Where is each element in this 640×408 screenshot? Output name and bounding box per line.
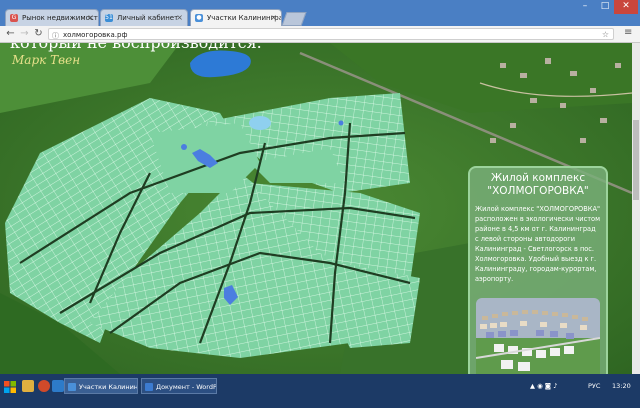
menu-icon[interactable]: ≡ [624, 27, 632, 38]
address-bar[interactable]: ⓘ холмогоровка.рф ☆ [48, 28, 614, 40]
task-chrome[interactable]: Участки Калинингр... [64, 378, 138, 394]
windows-taskbar: Участки Калинингр... Документ - WordPad … [0, 374, 640, 408]
close-icon[interactable]: × [176, 13, 183, 22]
quote-author: Марк Твен [12, 53, 81, 67]
close-button[interactable]: ✕ [614, 0, 638, 14]
browser-tab-strip: G Рынок недвижимости ∙ × 51 Личный кабин… [0, 0, 640, 26]
wordpad-icon [145, 383, 153, 391]
info-description: Жилой комплекс "ХОЛМОГОРОВКА" расположен… [475, 205, 601, 283]
complex-render-image[interactable] [476, 298, 600, 374]
url-text: холмогоровка.рф [63, 31, 128, 39]
vertical-scrollbar[interactable] [632, 43, 640, 374]
clock[interactable]: 13:20 [612, 382, 631, 390]
info-title-line2: "ХОЛМОГОРОВКА" [487, 185, 589, 197]
info-panel: Жилой комплекс "ХОЛМОГОРОВКА" Жилой комп… [468, 166, 608, 374]
site-icon: ● [195, 14, 203, 22]
explorer-icon[interactable] [22, 380, 34, 392]
scrollbar-thumb[interactable] [633, 120, 639, 200]
new-tab-button[interactable] [281, 12, 307, 26]
site-icon: 51 [105, 14, 113, 22]
app-icon[interactable] [52, 380, 64, 392]
task-label: Участки Калинингр... [79, 383, 138, 391]
back-icon[interactable]: ← [4, 27, 17, 40]
task-label: Документ - WordPad [156, 383, 217, 391]
windows-logo-icon [4, 381, 16, 393]
tab-plots-kaliningrad[interactable]: ● Участки Калининград∙ × [190, 9, 282, 26]
tab-personal-cabinet[interactable]: 51 Личный кабинет × [100, 9, 188, 26]
minimize-button[interactable]: – [576, 0, 594, 14]
language-indicator[interactable]: РУС [588, 382, 600, 390]
forward-icon[interactable]: → [18, 27, 31, 40]
close-icon[interactable]: × [87, 13, 94, 22]
browser-toolbar: ← → ↻ ⓘ холмогоровка.рф ☆ ≡ [0, 26, 640, 43]
bookmark-star-icon[interactable]: ☆ [602, 29, 609, 41]
page-content: который не воспроизводится. Марк Твен Жи… [0, 43, 632, 374]
media-icon[interactable] [38, 380, 50, 392]
maximize-button[interactable]: □ [596, 0, 614, 14]
quote-text: который не воспроизводится. [10, 43, 262, 52]
reload-icon[interactable]: ↻ [32, 27, 45, 40]
tray-icons[interactable]: ▲ ◉ ◙ ♪ [530, 382, 557, 390]
page-info-icon[interactable]: ⓘ [52, 30, 59, 42]
tab-real-estate[interactable]: G Рынок недвижимости ∙ × [5, 9, 99, 26]
complex-render-graphic [476, 298, 600, 374]
google-icon: G [10, 14, 18, 22]
start-button[interactable] [3, 379, 17, 393]
close-icon[interactable]: × [270, 13, 277, 22]
task-wordpad[interactable]: Документ - WordPad [141, 378, 217, 394]
info-title-line1: Жилой комплекс [490, 172, 586, 184]
tab-label: Личный кабинет [117, 14, 179, 22]
chrome-icon [68, 383, 76, 391]
